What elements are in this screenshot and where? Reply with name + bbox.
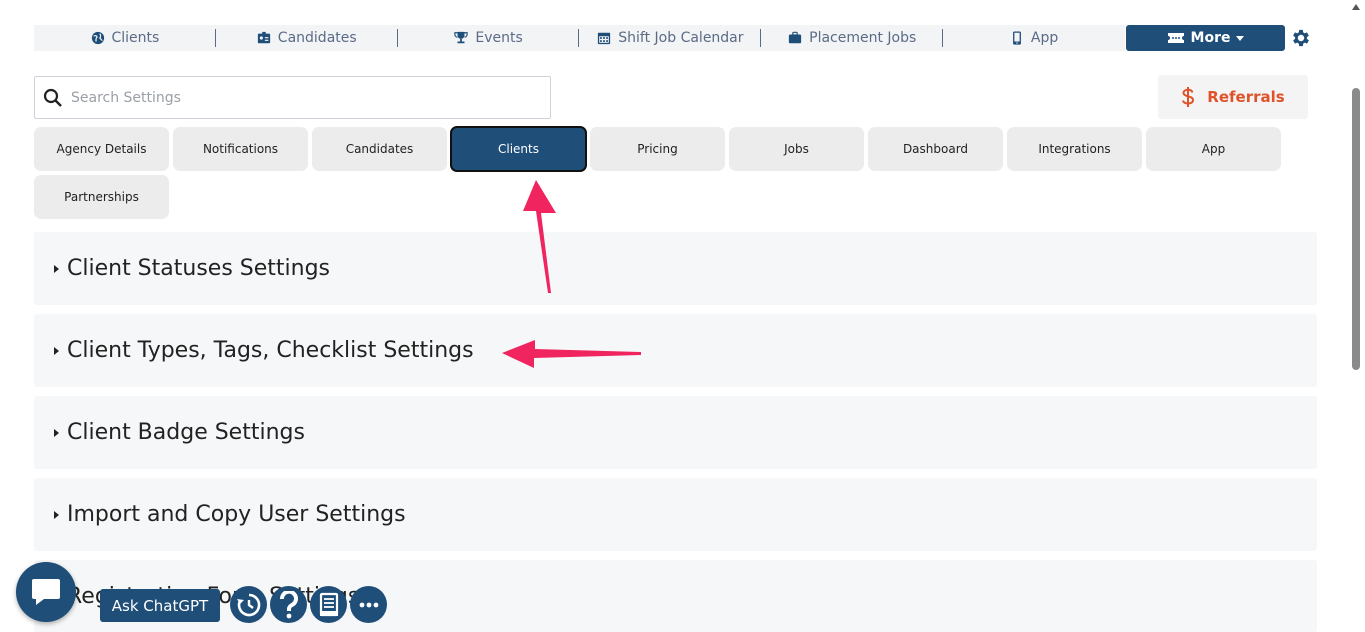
tab-label: App xyxy=(1201,142,1226,156)
nav-label: Candidates xyxy=(277,30,357,46)
dollar-icon xyxy=(1182,87,1195,107)
section-import-copy-user[interactable]: Import and Copy User Settings xyxy=(34,478,1317,551)
section-registration-form[interactable]: Registration Form Settings xyxy=(34,560,1317,632)
tab-app[interactable]: App xyxy=(1146,127,1281,171)
nav-candidates[interactable]: Candidates xyxy=(216,25,398,51)
more-options-button[interactable] xyxy=(350,586,387,623)
section-title: Client Types, Tags, Checklist Settings xyxy=(67,338,474,363)
nav-label: Clients xyxy=(111,30,160,46)
calendar-icon xyxy=(598,32,611,45)
caret-down-icon xyxy=(1236,35,1245,41)
history-button[interactable] xyxy=(230,586,267,623)
more-dropdown-button[interactable]: More xyxy=(1126,25,1285,51)
nav-label: App xyxy=(1030,30,1059,46)
search-icon xyxy=(43,88,62,107)
section-client-types-tags-checklist[interactable]: Client Types, Tags, Checklist Settings xyxy=(34,314,1317,387)
tab-pricing[interactable]: Pricing xyxy=(590,127,725,171)
tab-jobs[interactable]: Jobs xyxy=(729,127,864,171)
nav-placement-jobs[interactable]: Placement Jobs xyxy=(761,25,943,51)
caret-right-icon xyxy=(54,264,59,273)
mobile-icon xyxy=(1012,31,1021,45)
document-button[interactable] xyxy=(310,586,347,623)
tab-label: Partnerships xyxy=(64,190,139,204)
scrollbar-thumb[interactable] xyxy=(1352,88,1360,370)
tab-clients[interactable]: Clients xyxy=(450,126,587,172)
tab-dashboard[interactable]: Dashboard xyxy=(868,127,1003,171)
nav-label: Events xyxy=(475,30,523,46)
help-icon xyxy=(279,590,298,618)
top-nav: Clients Candidates Events Shift Job Cale… xyxy=(34,25,1125,51)
tab-label: Pricing xyxy=(637,142,678,156)
caret-right-icon xyxy=(54,346,59,355)
ticket-icon xyxy=(1167,33,1184,43)
nav-app[interactable]: App xyxy=(943,25,1125,51)
referrals-label: Referrals xyxy=(1207,88,1285,106)
section-title: Client Badge Settings xyxy=(67,420,305,445)
tab-label: Notifications xyxy=(202,142,279,156)
more-dots-icon xyxy=(359,602,378,607)
nav-label: Shift Job Calendar xyxy=(618,30,744,46)
tab-label: Candidates xyxy=(345,142,414,156)
tab-notifications[interactable]: Notifications xyxy=(173,127,308,171)
nav-events[interactable]: Events xyxy=(398,25,580,51)
search-input[interactable] xyxy=(71,89,511,106)
ask-chatgpt-button[interactable]: Ask ChatGPT xyxy=(100,589,220,622)
tab-candidates[interactable]: Candidates xyxy=(312,127,447,171)
nav-clients[interactable]: Clients xyxy=(34,25,216,51)
nav-shift-job-calendar[interactable]: Shift Job Calendar xyxy=(579,25,762,51)
more-label: More xyxy=(1190,30,1231,46)
chat-widget-button[interactable] xyxy=(16,562,76,622)
search-settings xyxy=(34,76,551,119)
tab-partnerships[interactable]: Partnerships xyxy=(34,175,169,219)
tab-label: Agency Details xyxy=(56,142,147,156)
caret-right-icon xyxy=(54,510,59,519)
tab-integrations[interactable]: Integrations xyxy=(1007,127,1142,171)
id-card-icon xyxy=(257,31,270,44)
trophy-icon xyxy=(454,31,469,44)
briefcase-icon xyxy=(789,31,802,44)
caret-right-icon xyxy=(54,428,59,437)
chat-bubble-icon xyxy=(32,579,60,605)
tab-label: Dashboard xyxy=(902,142,969,156)
referrals-button[interactable]: Referrals xyxy=(1158,75,1308,119)
tab-label: Integrations xyxy=(1038,142,1111,156)
section-title: Import and Copy User Settings xyxy=(67,502,406,527)
scroll-up-arrow-icon[interactable] xyxy=(1352,4,1360,10)
tab-agency-details[interactable]: Agency Details xyxy=(34,127,169,171)
nav-label: Placement Jobs xyxy=(809,30,917,46)
tab-label: Jobs xyxy=(784,142,809,156)
section-client-badge[interactable]: Client Badge Settings xyxy=(34,396,1317,469)
gear-icon[interactable] xyxy=(1290,27,1312,49)
help-button[interactable] xyxy=(270,586,307,623)
document-icon xyxy=(319,592,338,616)
tab-label: Clients xyxy=(498,142,539,156)
history-icon xyxy=(236,593,260,616)
ask-label: Ask ChatGPT xyxy=(111,596,209,615)
globe-icon xyxy=(91,31,104,45)
section-title: Client Statuses Settings xyxy=(67,256,331,281)
section-client-statuses[interactable]: Client Statuses Settings xyxy=(34,232,1317,305)
